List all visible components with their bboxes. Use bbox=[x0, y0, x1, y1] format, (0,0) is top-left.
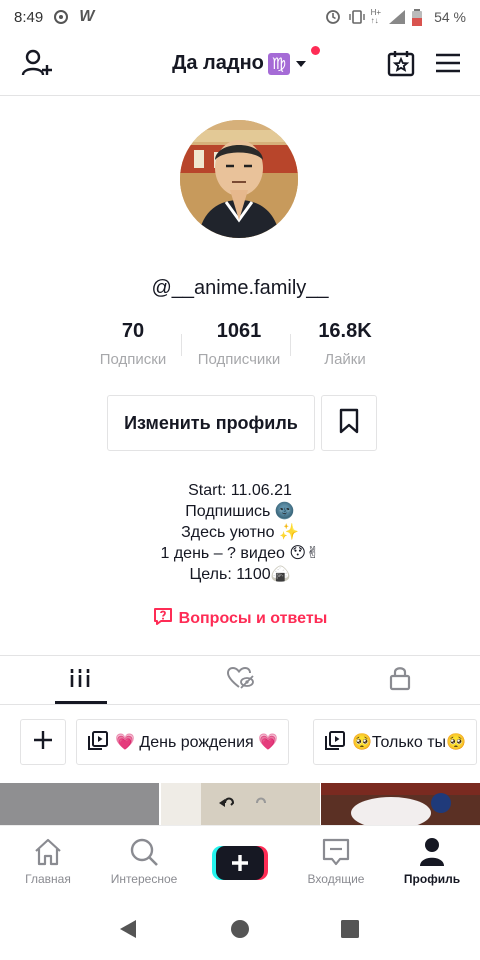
video-thumbnail[interactable] bbox=[321, 783, 480, 825]
username: @__anime.family__ bbox=[151, 277, 329, 299]
tab-videos[interactable] bbox=[0, 656, 160, 704]
calendar-button[interactable] bbox=[384, 48, 418, 82]
playlist-chip[interactable]: 🥺Только ты🥺 bbox=[313, 719, 477, 765]
bio-line: Здесь уютно ✨ bbox=[181, 524, 299, 541]
stat-divider bbox=[290, 334, 291, 356]
signal-icon bbox=[388, 9, 406, 25]
video-thumbnail[interactable] bbox=[161, 783, 320, 825]
question-icon bbox=[153, 606, 173, 631]
search-icon bbox=[129, 837, 159, 870]
battery-icon bbox=[411, 9, 427, 26]
bio: Start: 11.06.21 Подпишись 🌚 Здесь уютно … bbox=[0, 480, 480, 585]
page-title: Да ладно bbox=[172, 52, 264, 74]
nav-profile-label: Профиль bbox=[403, 872, 461, 886]
following-label: Подписки bbox=[99, 351, 167, 368]
followers-count: 1061 bbox=[216, 320, 262, 342]
plus-icon bbox=[32, 729, 54, 756]
inbox-icon bbox=[321, 837, 351, 870]
playlist-icon bbox=[87, 729, 109, 756]
system-nav-bar bbox=[0, 895, 480, 960]
lock-icon bbox=[389, 665, 411, 696]
bio-line: Подпишись 🌚 bbox=[185, 503, 295, 520]
playlist-label: 💗 День рождения 💗 bbox=[115, 734, 279, 751]
alarm-icon bbox=[325, 9, 341, 25]
qa-link[interactable]: Вопросы и ответы bbox=[0, 606, 480, 631]
content-tabs bbox=[0, 655, 480, 705]
hamburger-icon bbox=[434, 52, 462, 79]
playlist-icon bbox=[324, 729, 346, 756]
following-count: 70 bbox=[121, 320, 145, 342]
vibrate-icon bbox=[348, 9, 365, 25]
notification-dot bbox=[310, 46, 320, 55]
add-playlist-button[interactable] bbox=[20, 719, 66, 765]
nav-inbox-label: Входящие bbox=[307, 872, 365, 886]
qa-label: Вопросы и ответы bbox=[178, 609, 328, 627]
bio-line: Start: 11.06.21 bbox=[188, 482, 292, 499]
likes-count: 16.8K bbox=[318, 320, 372, 342]
nav-discover[interactable]: Интересное bbox=[96, 838, 192, 886]
profile-icon bbox=[418, 837, 446, 870]
edit-profile-button[interactable]: Изменить профиль bbox=[107, 395, 315, 451]
likes-label: Лайки bbox=[324, 351, 366, 368]
playlists-row: 💗 День рождения 💗 🥺Только ты🥺 bbox=[0, 719, 480, 767]
tab-liked[interactable] bbox=[160, 656, 320, 704]
create-video-button[interactable] bbox=[212, 846, 268, 880]
nav-discover-label: Интересное bbox=[110, 872, 178, 886]
bottom-nav: Главная Интересное Входящие Профиль bbox=[0, 825, 480, 895]
playlist-chip[interactable]: 💗 День рождения 💗 bbox=[76, 719, 290, 765]
avatar[interactable] bbox=[180, 120, 298, 238]
calendar-star-icon bbox=[387, 49, 415, 82]
home-icon bbox=[33, 838, 63, 869]
home-circle-icon[interactable] bbox=[231, 920, 249, 943]
tab-private[interactable] bbox=[320, 656, 480, 704]
grid-icon bbox=[69, 668, 91, 693]
bio-line: Цель: 1100🍙 bbox=[189, 566, 291, 583]
nav-inbox[interactable]: Входящие bbox=[288, 838, 384, 886]
battery-percent: 54 % bbox=[434, 9, 466, 25]
following-stat[interactable]: 70 Подписки bbox=[80, 320, 186, 368]
status-time: 8:49 bbox=[14, 8, 44, 26]
profile-stats: 70 Подписки 1061 Подписчики 16.8K Лайки bbox=[80, 320, 400, 368]
stat-divider bbox=[181, 334, 182, 356]
w-app-icon: W bbox=[79, 8, 95, 25]
video-thumbnail[interactable] bbox=[0, 783, 159, 825]
zodiac-badge: ♍ bbox=[267, 52, 290, 75]
active-tab-indicator bbox=[55, 701, 107, 704]
back-icon[interactable] bbox=[118, 919, 138, 944]
menu-button[interactable] bbox=[431, 48, 465, 82]
bio-line: 1 день – ? видео 😯✌ bbox=[160, 545, 320, 562]
nav-profile[interactable]: Профиль bbox=[384, 837, 480, 886]
followers-label: Подписчики bbox=[197, 351, 281, 368]
followers-stat[interactable]: 1061 Подписчики bbox=[186, 320, 292, 368]
plus-icon bbox=[212, 846, 268, 884]
nav-home[interactable]: Главная bbox=[0, 838, 96, 886]
profile-header: Да ладно ♍ bbox=[0, 34, 480, 96]
status-bar: 8:49 W H+ ↑↓ 54 % bbox=[0, 0, 480, 34]
favorites-button[interactable] bbox=[321, 395, 377, 451]
recents-icon[interactable] bbox=[341, 920, 359, 943]
playlist-label: 🥺Только ты🥺 bbox=[352, 734, 466, 751]
likes-stat[interactable]: 16.8K Лайки bbox=[292, 320, 398, 368]
nav-home-label: Главная bbox=[25, 872, 71, 886]
network-icon: H+ ↑↓ bbox=[370, 8, 382, 25]
chevron-down-icon bbox=[294, 52, 308, 75]
bookmark-icon bbox=[338, 408, 360, 439]
sync-icon bbox=[53, 9, 69, 25]
video-grid bbox=[0, 783, 480, 825]
liked-hidden-icon bbox=[226, 666, 254, 695]
